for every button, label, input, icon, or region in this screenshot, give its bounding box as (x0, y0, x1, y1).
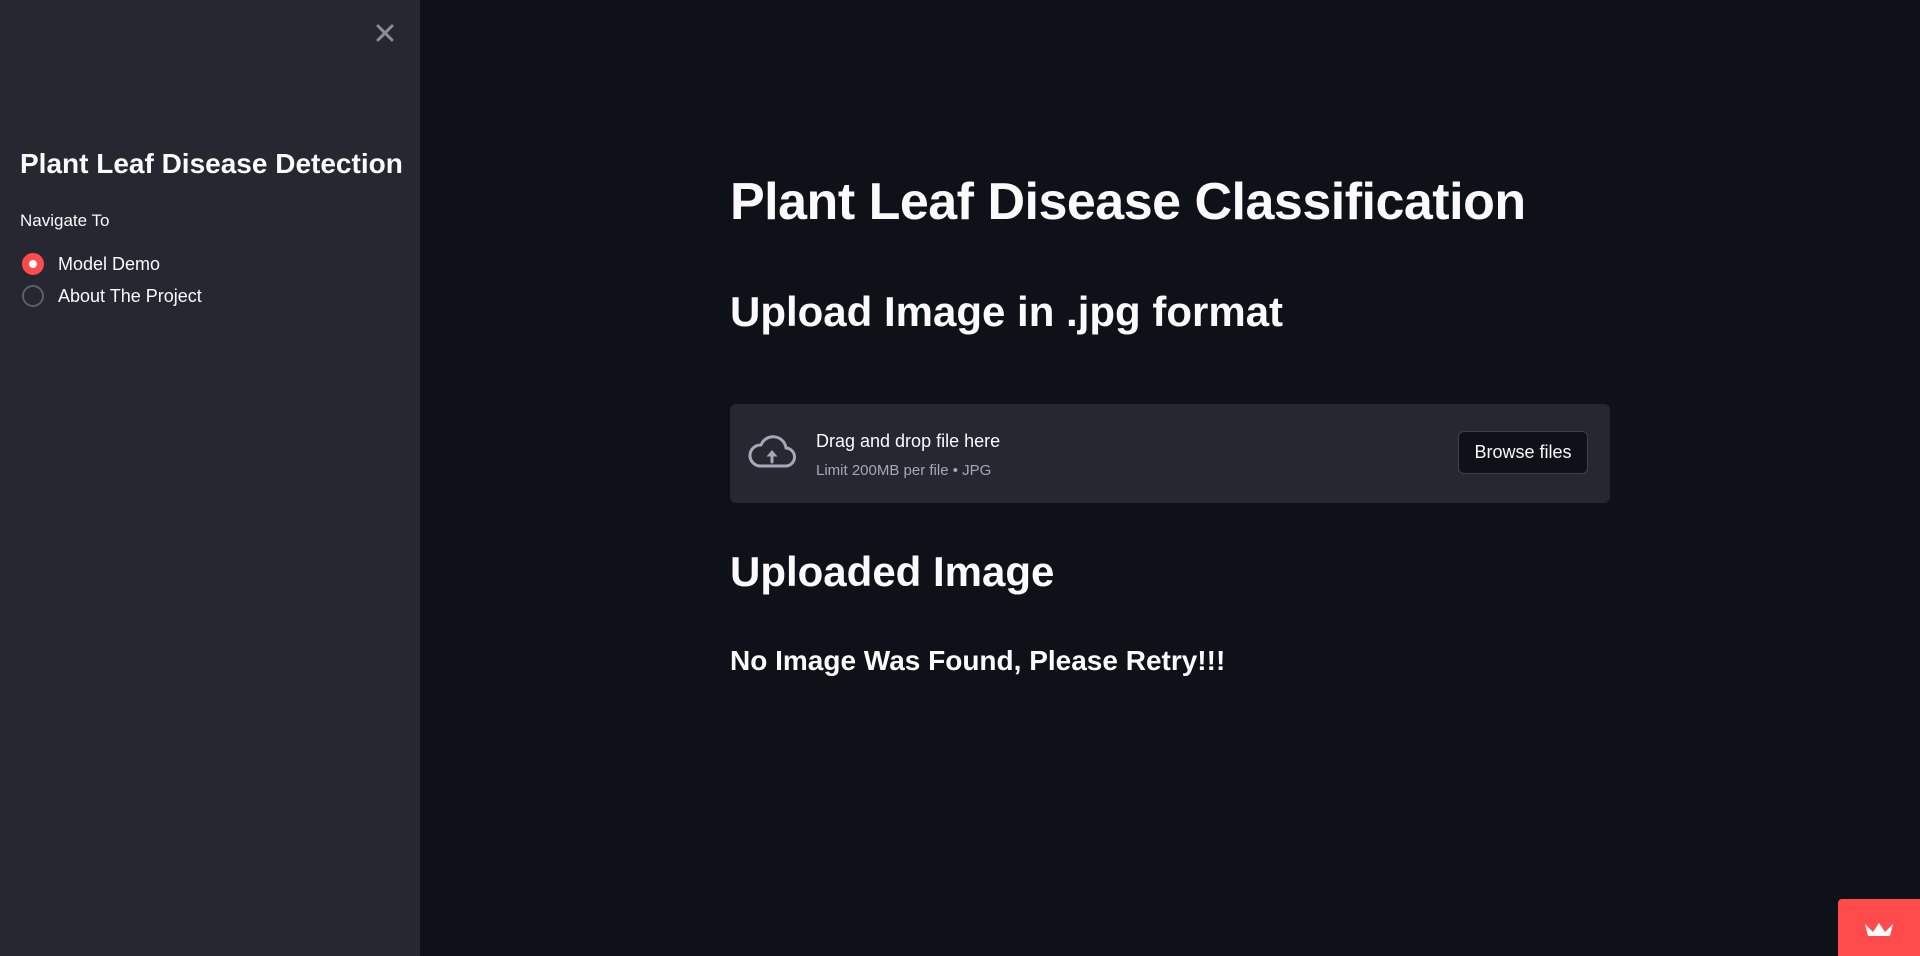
app-root: Plant Leaf Disease Detection Navigate To… (0, 0, 1920, 956)
streamlit-badge[interactable] (1838, 899, 1920, 956)
radio-selected-icon[interactable] (22, 253, 44, 275)
nav-option-about-project[interactable]: About The Project (22, 280, 202, 312)
sidebar: Plant Leaf Disease Detection Navigate To… (0, 0, 420, 956)
nav-label: Navigate To (20, 211, 110, 230)
browse-files-button[interactable]: Browse files (1458, 431, 1588, 474)
nav-option-model-demo[interactable]: Model Demo (22, 248, 202, 280)
dropzone-limit-text: Limit 200MB per file • JPG (816, 462, 992, 479)
no-image-message: No Image Was Found, Please Retry!!! (730, 645, 1226, 676)
nav-radio-group: Model Demo About The Project (22, 248, 202, 312)
file-uploader-dropzone[interactable]: Drag and drop file here Limit 200MB per … (730, 404, 1610, 503)
close-icon (376, 24, 394, 42)
page-title: Plant Leaf Disease Classification (730, 173, 1526, 231)
uploaded-image-header: Uploaded Image (730, 548, 1055, 595)
dropzone-instruction: Drag and drop file here (816, 431, 1001, 451)
radio-dot (29, 260, 37, 268)
sidebar-title: Plant Leaf Disease Detection (20, 148, 403, 179)
sidebar-close-button[interactable] (370, 18, 400, 48)
crown-icon (1865, 922, 1893, 936)
cloud-upload-icon (748, 435, 796, 468)
nav-option-label: Model Demo (58, 253, 161, 274)
upload-header: Upload Image in .jpg format (730, 288, 1284, 335)
radio-unselected-icon[interactable] (22, 285, 44, 307)
nav-option-label: About The Project (58, 285, 202, 306)
